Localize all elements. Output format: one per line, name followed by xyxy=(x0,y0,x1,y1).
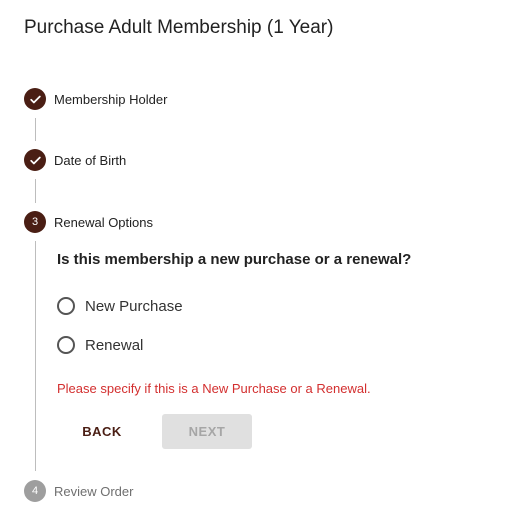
step-label: Membership Holder xyxy=(54,91,168,107)
validation-error-message: Please specify if this is a New Purchase… xyxy=(57,381,371,396)
step-membership-holder[interactable]: Membership Holder xyxy=(24,88,167,110)
step-number: 3 xyxy=(31,215,39,228)
step-number-badge: 4 xyxy=(24,480,46,502)
check-icon xyxy=(29,95,41,103)
renewal-question: Is this membership a new purchase or a r… xyxy=(57,251,412,268)
step-content-connector xyxy=(35,241,36,471)
step-label: Date of Birth xyxy=(54,152,127,168)
step-connector xyxy=(35,118,36,141)
step-review-order: 4 Review Order xyxy=(24,480,133,502)
step-completed-badge xyxy=(24,149,46,171)
step-label: Review Order xyxy=(54,483,134,499)
step-date-of-birth[interactable]: Date of Birth xyxy=(24,149,126,171)
step-renewal-options: 3 Renewal Options xyxy=(24,211,153,233)
radio-new-purchase[interactable]: New Purchase xyxy=(57,297,183,315)
step-number-badge: 3 xyxy=(24,211,46,233)
next-button[interactable]: NEXT xyxy=(162,414,252,449)
page-title: Purchase Adult Membership (1 Year) xyxy=(24,17,334,38)
back-button[interactable]: BACK xyxy=(70,414,134,449)
step-number: 4 xyxy=(31,484,39,497)
radio-label[interactable]: New Purchase xyxy=(85,298,183,315)
step-connector xyxy=(35,179,36,203)
radio-label[interactable]: Renewal xyxy=(85,337,143,354)
radio-renewal[interactable]: Renewal xyxy=(57,336,143,354)
step-label: Renewal Options xyxy=(54,214,153,230)
step-completed-badge xyxy=(24,88,46,110)
radio-button[interactable] xyxy=(57,336,75,354)
check-icon xyxy=(29,156,41,164)
radio-button[interactable] xyxy=(57,297,75,315)
